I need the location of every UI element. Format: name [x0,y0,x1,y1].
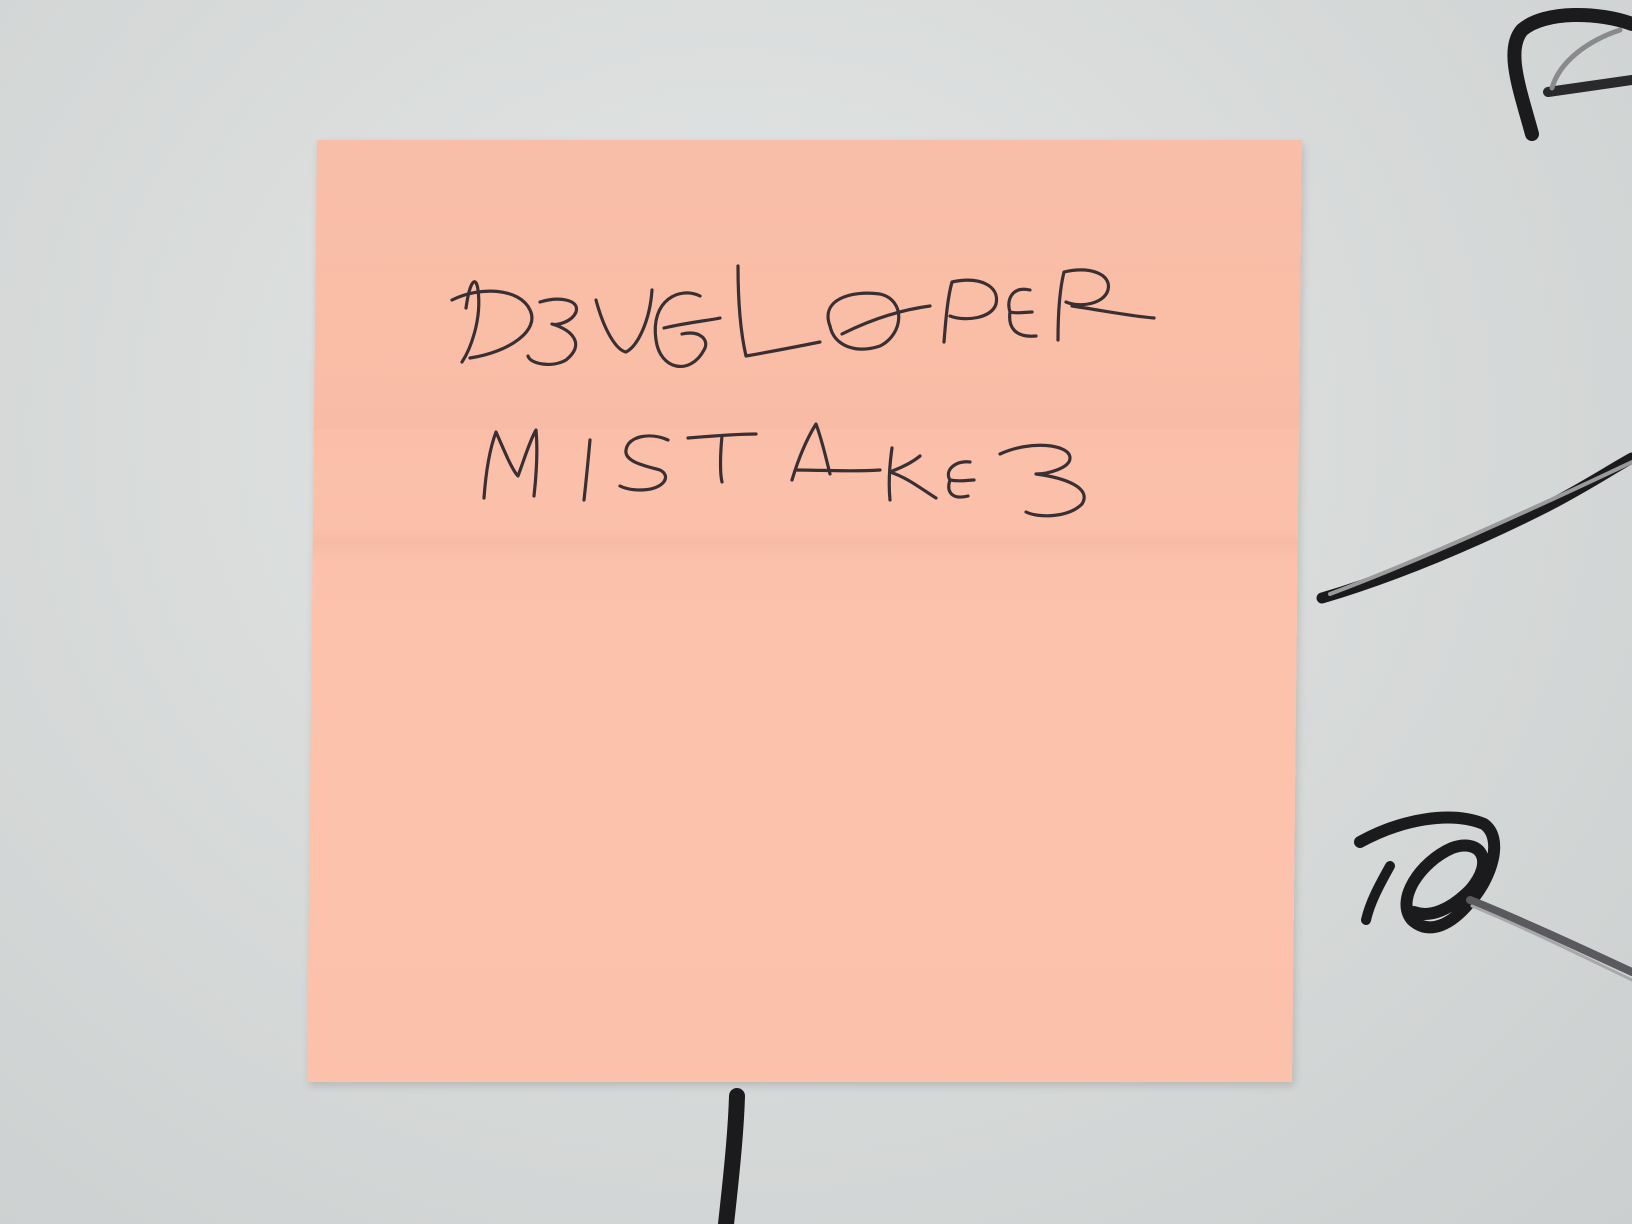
handwritten-text [450,264,1156,518]
handwriting-line-2 [482,422,1086,518]
handwriting-line-1 [450,264,1156,368]
whiteboard-photo: DEVELOPER MISTAKES [0,0,1632,1224]
